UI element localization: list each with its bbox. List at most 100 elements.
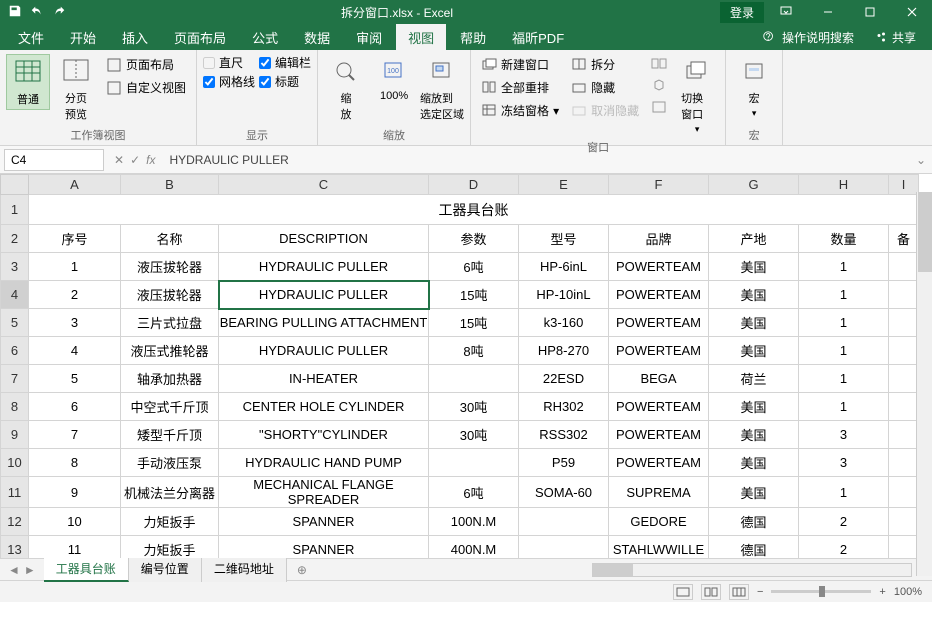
table-cell[interactable]	[429, 365, 519, 393]
table-cell[interactable]: 2	[799, 508, 889, 536]
table-cell[interactable]	[889, 281, 919, 309]
table-cell[interactable]	[889, 508, 919, 536]
table-cell[interactable]: BEGA	[609, 365, 709, 393]
zoom-in-button[interactable]: +	[879, 586, 885, 598]
horizontal-scrollbar[interactable]	[317, 563, 932, 577]
table-cell[interactable]	[519, 536, 609, 559]
ribbon-tab-2[interactable]: 插入	[110, 24, 160, 51]
table-cell[interactable]: 美国	[709, 393, 799, 421]
zoom-button[interactable]: 缩 放	[324, 54, 368, 124]
table-cell[interactable]: 8	[29, 449, 121, 477]
row-header[interactable]: 2	[1, 225, 29, 253]
table-cell[interactable]: POWERTEAM	[609, 393, 709, 421]
minimize-icon[interactable]	[808, 0, 848, 24]
table-cell[interactable]: CENTER HOLE CYLINDER	[219, 393, 429, 421]
row-header[interactable]: 5	[1, 309, 29, 337]
ribbon-tab-8[interactable]: 帮助	[448, 24, 498, 51]
share-button[interactable]: 共享	[866, 25, 926, 50]
confirm-icon[interactable]: ✓	[130, 153, 140, 167]
row-header[interactable]: 11	[1, 477, 29, 508]
table-cell[interactable]: 5	[29, 365, 121, 393]
table-cell[interactable]	[889, 309, 919, 337]
table-cell[interactable]: HYDRAULIC PULLER	[219, 337, 429, 365]
worksheet-grid[interactable]: ABCDEFGHI1工器具台账2序号名称DESCRIPTION参数型号品牌产地数…	[0, 174, 932, 558]
ribbon-tab-9[interactable]: 福昕PDF	[500, 24, 576, 51]
redo-icon[interactable]	[52, 4, 66, 21]
sheet-tab[interactable]: 二维码地址	[202, 557, 287, 582]
table-cell[interactable]: POWERTEAM	[609, 421, 709, 449]
table-cell[interactable]: 美国	[709, 253, 799, 281]
tell-me[interactable]: 操作说明搜索	[752, 25, 864, 50]
table-cell[interactable]: 1	[799, 393, 889, 421]
row-header[interactable]: 10	[1, 449, 29, 477]
custom-view-button[interactable]: 自定义视图	[102, 77, 190, 98]
table-cell[interactable]: POWERTEAM	[609, 337, 709, 365]
table-cell[interactable]: POWERTEAM	[609, 253, 709, 281]
table-cell[interactable]: 德国	[709, 536, 799, 559]
reset-pos-button[interactable]	[647, 98, 671, 118]
vertical-scrollbar[interactable]	[916, 192, 932, 576]
table-cell[interactable]: 1	[799, 337, 889, 365]
table-cell[interactable]: 力矩扳手	[121, 508, 219, 536]
table-cell[interactable]: 30吨	[429, 393, 519, 421]
zoom-level[interactable]: 100%	[894, 586, 922, 598]
zoom-100-button[interactable]: 100100%	[372, 54, 416, 104]
table-cell[interactable]: IN-HEATER	[219, 365, 429, 393]
sheet-tab[interactable]: 工器具台账	[44, 557, 129, 582]
sheet-nav-next-icon[interactable]: ►	[24, 563, 36, 577]
table-cell[interactable]: 矮型千斤顶	[121, 421, 219, 449]
table-cell[interactable]: SUPREMA	[609, 477, 709, 508]
table-cell[interactable]: 美国	[709, 421, 799, 449]
table-cell[interactable]: 30吨	[429, 421, 519, 449]
normal-view-button[interactable]: 普通	[6, 54, 50, 110]
table-cell[interactable]: 22ESD	[519, 365, 609, 393]
table-cell[interactable]: 15吨	[429, 309, 519, 337]
table-cell[interactable]: 三片式拉盘	[121, 309, 219, 337]
table-cell[interactable]: 荷兰	[709, 365, 799, 393]
table-cell[interactable]: 100N.M	[429, 508, 519, 536]
table-cell[interactable]: RSS302	[519, 421, 609, 449]
sheet-tab[interactable]: 编号位置	[129, 557, 202, 582]
table-cell[interactable]	[889, 449, 919, 477]
table-cell[interactable]: 11	[29, 536, 121, 559]
table-cell[interactable]: 3	[799, 421, 889, 449]
maximize-icon[interactable]	[850, 0, 890, 24]
table-cell[interactable]: 美国	[709, 309, 799, 337]
page-layout-view-icon[interactable]	[701, 584, 721, 600]
table-cell[interactable]: 6吨	[429, 477, 519, 508]
table-cell[interactable]: P59	[519, 449, 609, 477]
col-header[interactable]: H	[799, 175, 889, 195]
table-cell[interactable]: 1	[799, 365, 889, 393]
table-cell[interactable]: 液压拔轮器	[121, 281, 219, 309]
select-all-corner[interactable]	[1, 175, 29, 195]
col-header[interactable]: F	[609, 175, 709, 195]
new-window-button[interactable]: 新建窗口	[477, 54, 563, 75]
sheet-title-cell[interactable]: 工器具台账	[29, 195, 919, 225]
table-cell[interactable]: 中空式千斤顶	[121, 393, 219, 421]
table-header-cell[interactable]: 序号	[29, 225, 121, 253]
table-cell[interactable]: MECHANICAL FLANGE SPREADER	[219, 477, 429, 508]
hide-button[interactable]: 隐藏	[567, 77, 643, 98]
table-cell[interactable]: 美国	[709, 477, 799, 508]
table-cell[interactable]	[429, 449, 519, 477]
row-header[interactable]: 4	[1, 281, 29, 309]
col-header[interactable]: A	[29, 175, 121, 195]
table-cell[interactable]: 美国	[709, 281, 799, 309]
table-cell[interactable]: k3-160	[519, 309, 609, 337]
row-header[interactable]: 12	[1, 508, 29, 536]
ribbon-tab-6[interactable]: 审阅	[344, 24, 394, 51]
ribbon-tab-0[interactable]: 文件	[6, 24, 56, 51]
ribbon-tab-3[interactable]: 页面布局	[162, 24, 238, 51]
table-header-cell[interactable]: 品牌	[609, 225, 709, 253]
view-side-button[interactable]	[647, 54, 671, 74]
table-cell[interactable]: 美国	[709, 337, 799, 365]
scrollbar-thumb[interactable]	[593, 564, 633, 576]
table-header-cell[interactable]: 备	[889, 225, 919, 253]
ruler-checkbox[interactable]: 直尺	[203, 54, 255, 71]
row-header[interactable]: 9	[1, 421, 29, 449]
row-header[interactable]: 7	[1, 365, 29, 393]
expand-formula-icon[interactable]: ⌄	[910, 153, 932, 167]
table-cell[interactable]	[889, 393, 919, 421]
table-cell[interactable]: GEDORE	[609, 508, 709, 536]
table-cell[interactable]	[889, 365, 919, 393]
